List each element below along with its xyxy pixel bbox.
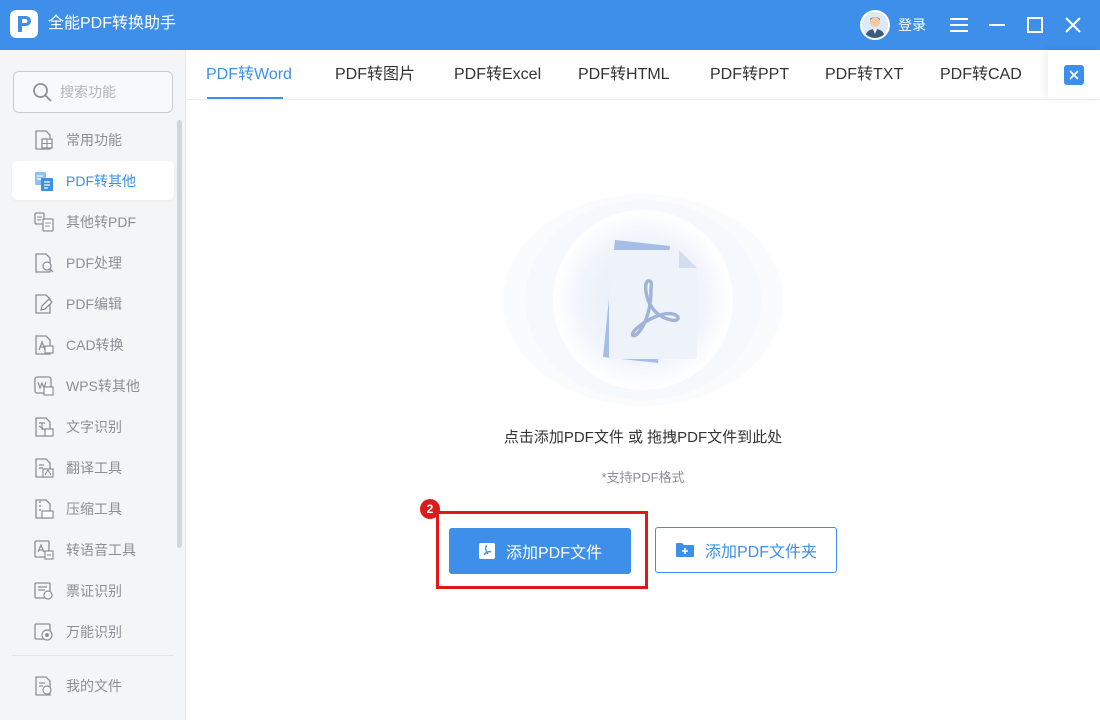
pdf-logo-icon xyxy=(10,10,38,38)
step-badge: 2 xyxy=(420,499,440,519)
sidebar: 常用功能 PDF转其他 其他转PDF PDF处理 PDF编辑 xyxy=(0,50,186,720)
pdf-to-other-icon xyxy=(35,171,53,191)
search-input[interactable] xyxy=(60,84,160,100)
sidebar-item-universal-recognition[interactable]: 万能识别 xyxy=(12,612,174,651)
add-pdf-folder-label: 添加PDF文件夹 xyxy=(704,544,817,561)
tab-pdf-to-word[interactable]: PDF转Word xyxy=(206,65,292,85)
tab-pdf-to-cad[interactable]: PDF转CAD xyxy=(940,65,1022,85)
search-icon xyxy=(33,83,52,102)
title-bar: 全能PDF转换助手 登录 xyxy=(0,0,1100,50)
universal-recognition-icon xyxy=(34,622,53,641)
sidebar-scrollbar[interactable] xyxy=(177,120,182,548)
close-tab-icon[interactable] xyxy=(1064,64,1084,85)
maximize-icon[interactable] xyxy=(1022,12,1048,38)
drop-hint-text: 点击添加PDF文件 或 拖拽PDF文件到此处 xyxy=(503,429,783,446)
cad-convert-icon xyxy=(35,334,54,355)
sidebar-item-label: CAD转换 xyxy=(66,336,124,353)
sidebar-item-text-recognition[interactable]: 文字识别 xyxy=(12,407,174,446)
sidebar-item-label: PDF处理 xyxy=(66,254,122,271)
format-hint-text: *支持PDF格式 xyxy=(601,470,685,485)
sidebar-item-label: WPS转其他 xyxy=(66,377,140,394)
sidebar-item-cad-convert[interactable]: CAD转换 xyxy=(12,325,174,364)
app-title: 全能PDF转换助手 xyxy=(48,15,177,32)
pdf-file-icon xyxy=(478,543,495,559)
tab-pdf-to-ppt[interactable]: PDF转PPT xyxy=(710,65,789,85)
sidebar-item-label: 我的文件 xyxy=(66,677,122,694)
translate-icon xyxy=(35,457,54,478)
wps-convert-icon xyxy=(34,375,54,396)
sidebar-item-translate[interactable]: 翻译工具 xyxy=(12,448,174,487)
menu-icon[interactable] xyxy=(946,12,972,38)
sidebar-item-ticket-recognition[interactable]: 票证识别 xyxy=(12,571,174,610)
sidebar-item-label: 万能识别 xyxy=(66,623,122,640)
common-functions-icon xyxy=(35,129,53,150)
ticket-recognition-icon xyxy=(34,581,53,600)
login-link[interactable]: 登录 xyxy=(898,15,926,35)
tab-pdf-to-txt[interactable]: PDF转TXT xyxy=(825,65,903,85)
sidebar-item-label: 其他转PDF xyxy=(66,213,136,230)
tab-pdf-to-excel[interactable]: PDF转Excel xyxy=(454,65,541,85)
sidebar-item-label: 转语音工具 xyxy=(66,541,136,558)
sidebar-item-pdf-to-other[interactable]: PDF转其他 xyxy=(12,161,174,200)
sidebar-item-compress[interactable]: 压缩工具 xyxy=(12,489,174,528)
pdf-process-icon xyxy=(35,252,54,273)
sidebar-item-label: 常用功能 xyxy=(66,131,122,148)
sidebar-item-label: 压缩工具 xyxy=(66,500,122,517)
sidebar-divider xyxy=(12,655,174,656)
close-icon[interactable] xyxy=(1060,12,1086,38)
sidebar-item-label: PDF转其他 xyxy=(66,172,136,189)
sidebar-item-wps-convert[interactable]: WPS转其他 xyxy=(12,366,174,405)
folder-add-icon xyxy=(675,543,694,557)
compress-icon xyxy=(35,498,54,519)
sidebar-item-speech[interactable]: 转语音工具 xyxy=(12,530,174,569)
active-tab-indicator xyxy=(207,97,283,99)
minimize-icon[interactable] xyxy=(984,12,1010,38)
tab-close-area xyxy=(1048,50,1100,99)
sidebar-item-label: 翻译工具 xyxy=(66,459,122,476)
avatar[interactable] xyxy=(860,10,890,40)
sidebar-item-common-functions[interactable]: 常用功能 xyxy=(12,120,174,159)
my-files-icon xyxy=(35,675,52,696)
sidebar-item-pdf-process[interactable]: PDF处理 xyxy=(12,243,174,282)
sidebar-item-label: 票证识别 xyxy=(66,582,122,599)
sidebar-item-label: 文字识别 xyxy=(66,418,122,435)
sidebar-item-label: PDF编辑 xyxy=(66,295,122,312)
other-to-pdf-icon xyxy=(34,211,54,232)
sidebar-item-other-to-pdf[interactable]: 其他转PDF xyxy=(12,202,174,241)
tab-pdf-to-html[interactable]: PDF转HTML xyxy=(578,65,670,85)
speech-icon xyxy=(34,539,54,560)
add-pdf-folder-button[interactable]: 添加PDF文件夹 xyxy=(655,527,837,573)
sidebar-item-pdf-edit[interactable]: PDF编辑 xyxy=(12,284,174,323)
add-pdf-file-button[interactable]: 添加PDF文件 xyxy=(449,528,631,574)
text-recognition-icon xyxy=(35,416,54,437)
add-pdf-file-label: 添加PDF文件 xyxy=(505,545,602,562)
tab-bar: PDF转Word PDF转图片 PDF转Excel PDF转HTML PDF转P… xyxy=(187,50,1100,100)
sidebar-item-my-files[interactable]: 我的文件 xyxy=(12,666,174,705)
pdf-file-illustration xyxy=(503,194,783,406)
search-box[interactable] xyxy=(13,71,173,113)
tab-pdf-to-image[interactable]: PDF转图片 xyxy=(335,65,415,85)
pdf-edit-icon xyxy=(35,293,53,314)
